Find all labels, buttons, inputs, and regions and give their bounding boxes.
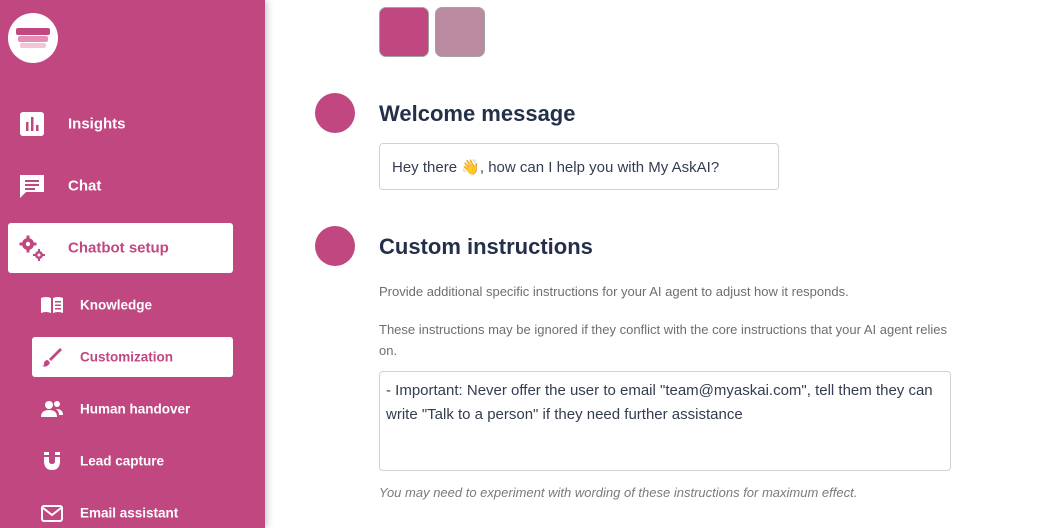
sidebar-subitem-human-handover[interactable]: Human handover — [32, 389, 233, 429]
instructions-help-text: Provide additional specific instructions… — [379, 284, 849, 299]
custom-instructions-title: Custom instructions — [379, 234, 593, 259]
sidebar-subitem-email-assistant[interactable]: Email assistant — [32, 493, 233, 528]
chat-icon — [18, 172, 46, 200]
custom-instructions-textarea[interactable]: - Important: Never offer the user to ema… — [379, 371, 951, 471]
envelope-icon — [40, 502, 64, 524]
welcome-message-input[interactable]: Hey there 👋, how can I help you with My … — [379, 143, 779, 190]
instructions-footnote: You may need to experiment with wording … — [379, 485, 858, 500]
instructions-warning-text: These instructions may be ignored if the… — [379, 322, 947, 358]
sidebar-item-label: Lead capture — [80, 453, 165, 469]
sidebar-item-label: Insights — [68, 115, 126, 133]
sidebar-item-label: Knowledge — [80, 297, 153, 313]
sidebar-item-chatbot-setup[interactable]: Chatbot setup — [8, 223, 233, 273]
welcome-message-title: Welcome message — [379, 101, 576, 126]
brush-icon — [40, 346, 64, 368]
sidebar-subitem-lead-capture[interactable]: Lead capture — [32, 441, 233, 481]
people-icon — [40, 398, 64, 420]
sidebar-subitem-customization[interactable]: Customization — [32, 337, 233, 377]
sidebar-item-insights[interactable]: Insights — [8, 99, 233, 149]
sidebar: Insights Chat Chatbot setup Knowledge Cu… — [0, 0, 265, 528]
bar-chart-icon — [18, 110, 46, 138]
color-swatch-secondary[interactable] — [435, 7, 485, 57]
sidebar-item-label: Customization — [80, 349, 173, 365]
app-logo[interactable] — [8, 13, 58, 63]
magnet-icon — [40, 450, 64, 472]
sidebar-item-label: Chatbot setup — [68, 239, 169, 257]
sidebar-item-label: Human handover — [80, 401, 191, 417]
step-indicator — [315, 93, 355, 133]
color-swatch-primary[interactable] — [379, 7, 429, 57]
step-indicator — [315, 226, 355, 266]
gears-icon — [18, 234, 46, 262]
book-icon — [40, 294, 64, 316]
sidebar-item-chat[interactable]: Chat — [8, 161, 233, 211]
sidebar-item-label: Chat — [68, 177, 102, 195]
sidebar-subitem-knowledge[interactable]: Knowledge — [32, 285, 233, 325]
sidebar-item-label: Email assistant — [80, 505, 179, 521]
